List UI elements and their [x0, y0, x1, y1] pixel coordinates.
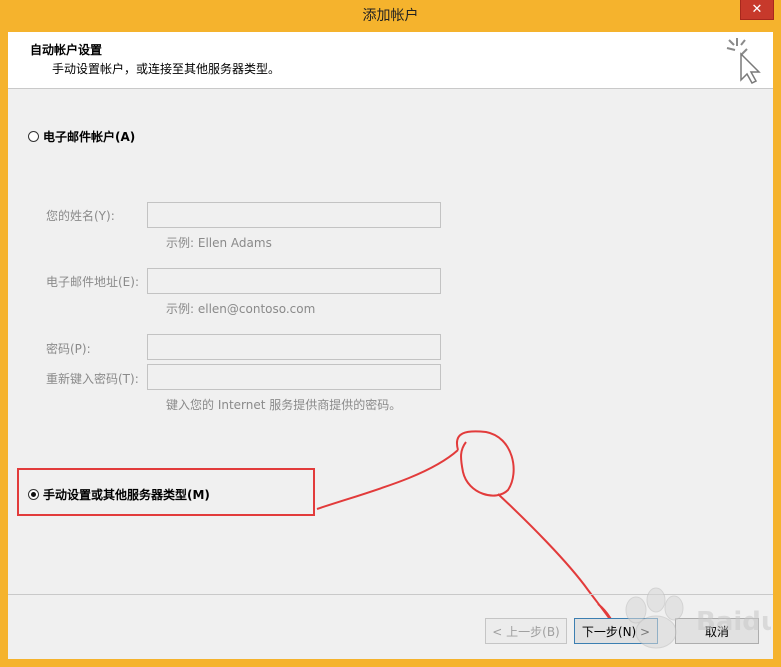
- header-title: 自动帐户设置: [30, 43, 103, 57]
- email-account-option[interactable]: 电子邮件帐户(A): [28, 128, 135, 145]
- sparkle-cursor-icon: [726, 38, 761, 84]
- manual-setup-option[interactable]: 手动设置或其他服务器类型(M): [28, 486, 210, 503]
- title-bar: 添加帐户 ✕: [0, 0, 781, 32]
- email-hint: 示例: ellen@contoso.com: [166, 302, 316, 316]
- password-hint: 键入您的 Internet 服务提供商提供的密码。: [166, 398, 402, 412]
- manual-setup-radio[interactable]: [28, 489, 39, 500]
- name-label: 您的姓名(Y):: [46, 209, 115, 223]
- email-label: 电子邮件地址(E):: [46, 275, 139, 289]
- name-input[interactable]: [147, 202, 441, 228]
- retype-password-input[interactable]: [147, 364, 441, 390]
- dialog-header: 自动帐户设置 手动设置帐户，或连接至其他服务器类型。: [8, 32, 773, 89]
- email-account-label: 电子邮件帐户(A): [43, 130, 136, 144]
- window-title: 添加帐户: [362, 8, 419, 24]
- window-close-button[interactable]: ✕: [740, 0, 774, 20]
- name-hint: 示例: Ellen Adams: [166, 236, 272, 250]
- footer-divider: [8, 594, 773, 595]
- header-subtitle: 手动设置帐户，或连接至其他服务器类型。: [52, 62, 281, 76]
- email-account-radio[interactable]: [28, 131, 39, 142]
- close-icon: ✕: [751, 2, 763, 17]
- email-input[interactable]: [147, 268, 441, 294]
- dialog-client-area: 自动帐户设置 手动设置帐户，或连接至其他服务器类型。 电子邮件帐户(A) 您的姓…: [8, 32, 773, 659]
- manual-setup-label: 手动设置或其他服务器类型(M): [43, 488, 210, 502]
- next-button[interactable]: 下一步(N) >: [574, 618, 658, 644]
- password-label: 密码(P):: [46, 342, 91, 356]
- retype-password-label: 重新键入密码(T):: [46, 372, 139, 386]
- back-button[interactable]: < 上一步(B): [485, 618, 567, 644]
- cancel-button[interactable]: 取消: [675, 618, 759, 644]
- password-input[interactable]: [147, 334, 441, 360]
